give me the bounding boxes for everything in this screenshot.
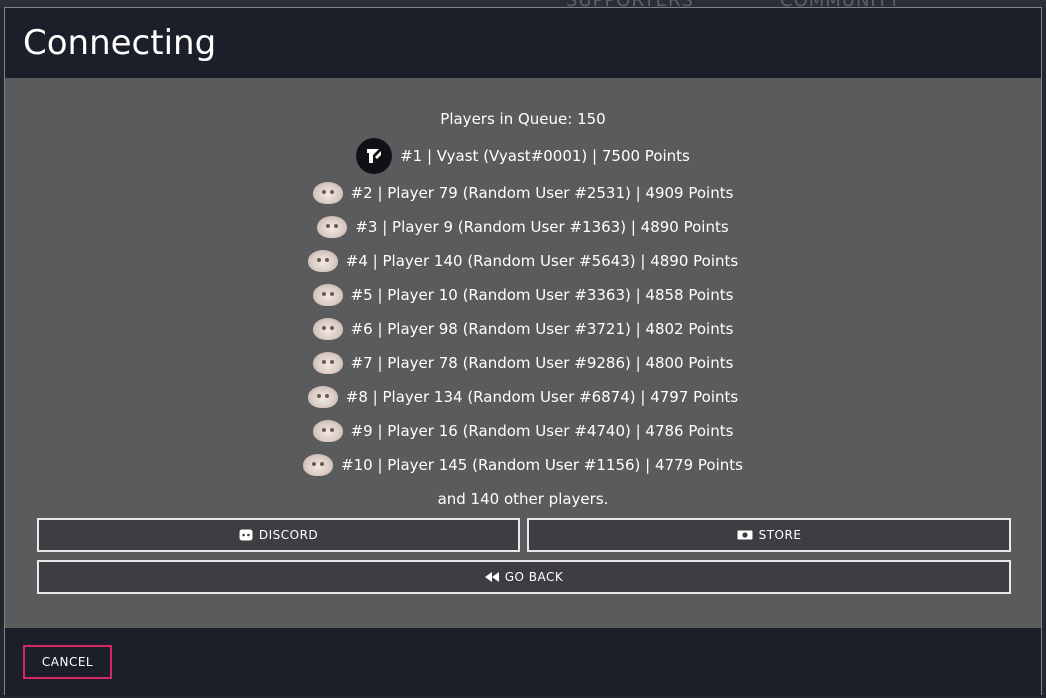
player-entry: #3 | Player 9 (Random User #1363) | 4890… — [355, 218, 729, 236]
player-entry: #2 | Player 79 (Random User #2531) | 490… — [350, 184, 734, 202]
list-item: #8 | Player 134 (Random User #6874) | 47… — [5, 380, 1041, 414]
cat-avatar-icon — [307, 386, 338, 408]
cancel-button[interactable]: CANCEL — [23, 645, 112, 679]
list-item: #7 | Player 78 (Random User #9286) | 480… — [5, 346, 1041, 380]
list-item: #9 | Player 16 (Random User #4740) | 478… — [5, 414, 1041, 448]
list-item: #1 | Vyast (Vyast#0001) | 7500 Points — [5, 136, 1041, 176]
cat-avatar-icon — [312, 352, 343, 374]
player-entry: #7 | Player 78 (Random User #9286) | 480… — [350, 354, 734, 372]
cat-avatar-icon — [312, 182, 343, 204]
rewind-icon — [484, 572, 499, 582]
discord-button[interactable]: DISCORD — [37, 518, 520, 552]
cat-avatar-icon — [303, 454, 334, 476]
dialog-title: Connecting — [23, 23, 217, 63]
list-item: #5 | Player 10 (Random User #3363) | 485… — [5, 278, 1041, 312]
dialog-footer: CANCEL — [5, 628, 1041, 696]
dialog-header: Connecting — [5, 8, 1041, 78]
connecting-dialog: Connecting Players in Queue: 150 #1 | Vy… — [4, 7, 1042, 696]
cat-avatar-icon — [307, 250, 338, 272]
player-entry: #10 | Player 145 (Random User #1156) | 4… — [341, 456, 743, 474]
player-entry: #8 | Player 134 (Random User #6874) | 47… — [345, 388, 739, 406]
go-back-button[interactable]: GO BACK — [37, 560, 1011, 594]
player-entry: #6 | Player 98 (Random User #3721) | 480… — [350, 320, 734, 338]
cat-avatar-icon — [312, 284, 343, 306]
list-item: #6 | Player 98 (Random User #3721) | 480… — [5, 312, 1041, 346]
list-item: #3 | Player 9 (Random User #1363) | 4890… — [5, 210, 1041, 244]
server-logo-icon — [356, 138, 393, 174]
go-back-label: GO BACK — [504, 570, 564, 584]
others-count-text: and 140 other players. — [437, 490, 609, 508]
store-label: STORE — [758, 528, 802, 542]
cat-avatar-icon — [312, 318, 343, 340]
player-entry: #9 | Player 16 (Random User #4740) | 478… — [350, 422, 734, 440]
list-item: #2 | Player 79 (Random User #2531) | 490… — [5, 176, 1041, 210]
list-item: #10 | Player 145 (Random User #1156) | 4… — [5, 448, 1041, 482]
player-list: #1 | Vyast (Vyast#0001) | 7500 Points #2… — [5, 136, 1041, 482]
player-entry: #5 | Player 10 (Random User #3363) | 485… — [350, 286, 734, 304]
list-item: #4 | Player 140 (Random User #5643) | 48… — [5, 244, 1041, 278]
queue-count: Players in Queue: 150 — [440, 110, 606, 128]
player-entry: #1 | Vyast (Vyast#0001) | 7500 Points — [400, 147, 690, 165]
cat-avatar-icon — [317, 216, 348, 238]
dialog-body: Players in Queue: 150 #1 | Vyast (Vyast#… — [5, 78, 1041, 628]
money-icon — [737, 530, 753, 540]
store-button[interactable]: STORE — [527, 518, 1011, 552]
discord-label: DISCORD — [258, 528, 319, 542]
discord-icon — [239, 529, 253, 541]
player-entry: #4 | Player 140 (Random User #5643) | 48… — [345, 252, 739, 270]
cat-avatar-icon — [312, 420, 343, 442]
